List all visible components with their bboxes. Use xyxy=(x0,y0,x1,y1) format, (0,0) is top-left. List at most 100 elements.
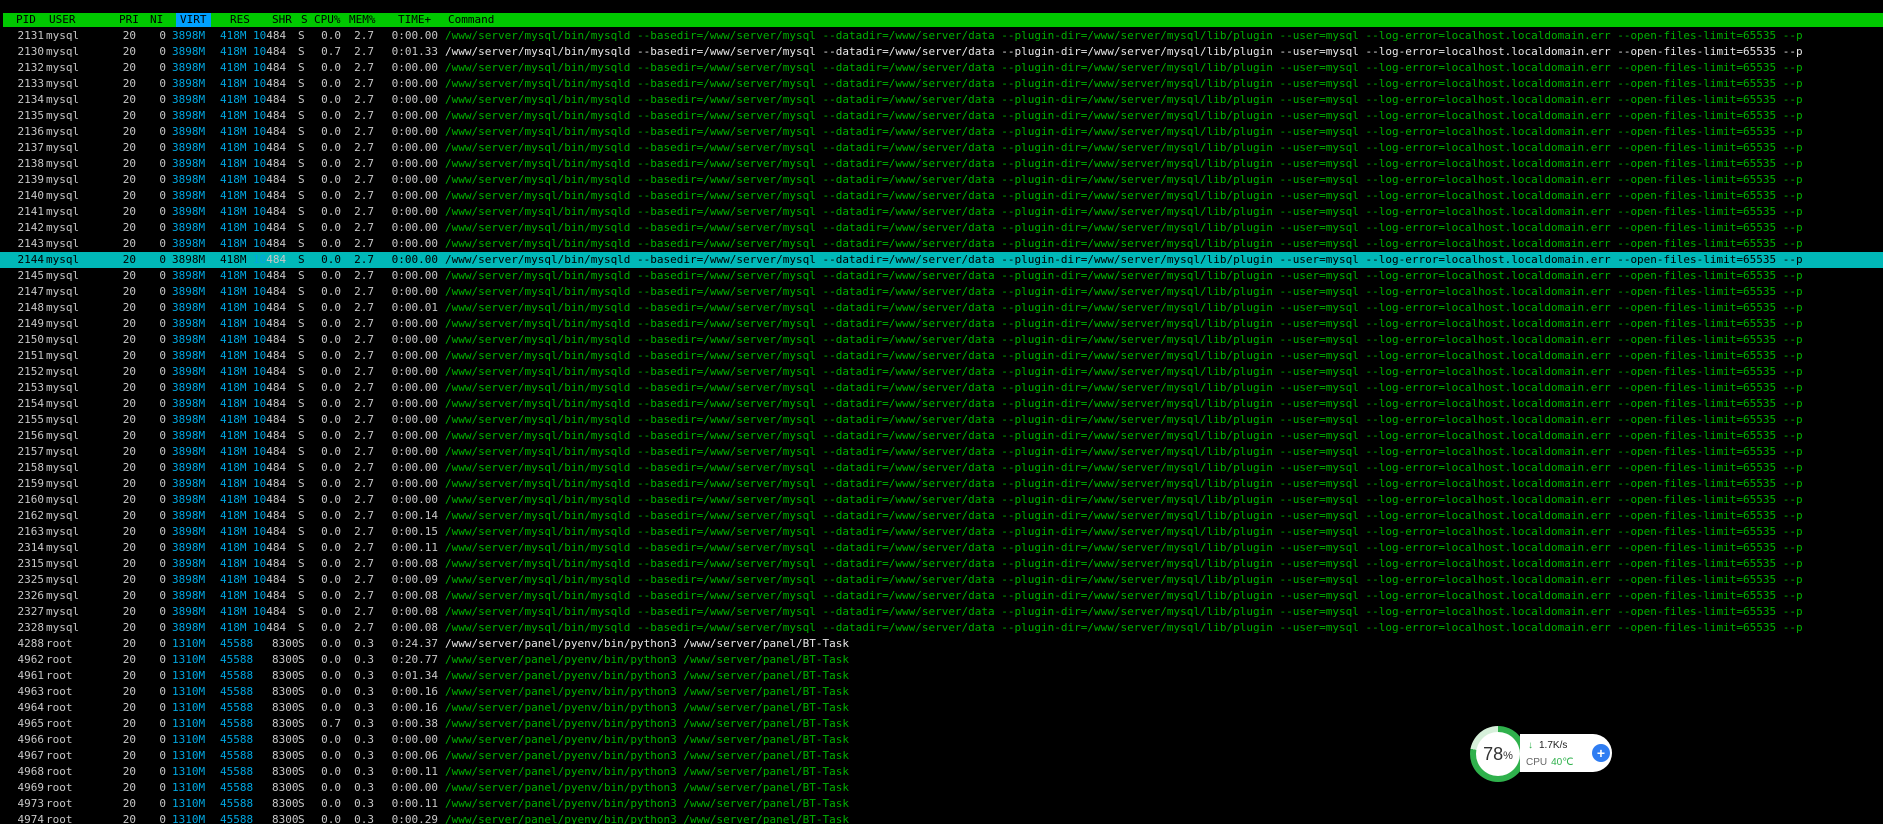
process-nice: 0 xyxy=(159,381,166,394)
process-state: S xyxy=(298,333,305,346)
col-virt-sorted[interactable]: VIRT xyxy=(176,13,211,27)
process-cpu: 0.0 xyxy=(321,205,341,218)
table-row[interactable]: 2142 mysql 20 0 3898M 418M S 0.0 2.7 0:00.00/www/… xyxy=(0,220,1883,236)
process-shr-high: 10 xyxy=(253,237,267,250)
table-row[interactable]: 2159 mysql 20 0 3898M 418M S 0.0 2.7 0:00.00/www/… xyxy=(0,476,1883,492)
process-pid: 2325 xyxy=(17,573,45,586)
table-row[interactable]: 2135 mysql 20 0 3898M 418M S 0.0 2.7 0:00.00/www/… xyxy=(0,108,1883,124)
process-nice: 0 xyxy=(159,445,166,458)
process-priority: 20 xyxy=(122,45,136,58)
process-res: 418M xyxy=(220,365,247,378)
table-row[interactable]: 2145 mysql 20 0 3898M 418M S 0.0 2.7 0:00.00/www/… xyxy=(0,268,1883,284)
table-row[interactable]: 2151 mysql 20 0 3898M 418M S 0.0 2.7 0:00.00/www/… xyxy=(0,348,1883,364)
table-row[interactable]: 2140 mysql 20 0 3898M 418M S 0.0 2.7 0:00.00/www/… xyxy=(0,188,1883,204)
table-row[interactable]: 2163 mysql 20 0 3898M 418M S 0.0 2.7 0:00.15/www/… xyxy=(0,524,1883,540)
process-virt: 3898M xyxy=(172,365,206,378)
process-cpu: 0.0 xyxy=(321,509,341,522)
col-s[interactable]: S xyxy=(301,13,308,27)
table-row[interactable]: 2160 mysql 20 0 3898M 418M S 0.0 2.7 0:00.00/www/… xyxy=(0,492,1883,508)
table-row[interactable]: 2137 mysql 20 0 3898M 418M S 0.0 2.7 0:00.00/www/… xyxy=(0,140,1883,156)
process-shr-high: 10 xyxy=(253,125,267,138)
process-virt: 3898M xyxy=(172,269,206,282)
widget-stats-panel: ↓ 1.7K/s CPU 40℃ + xyxy=(1520,734,1612,772)
table-row[interactable]: 4963 root 20 0 1310M 45588 S 0.0 0.3 0:00.16/www/… xyxy=(0,684,1883,700)
memory-usage-gauge[interactable]: 78% xyxy=(1470,726,1526,782)
col-mem[interactable]: MEM% xyxy=(349,13,376,27)
process-shr-high: 10 xyxy=(253,493,267,506)
table-row[interactable]: 2136 mysql 20 0 3898M 418M S 0.0 2.7 0:00.00/www/… xyxy=(0,124,1883,140)
table-row[interactable]: 2162 mysql 20 0 3898M 418M S 0.0 2.7 0:00.14/www/… xyxy=(0,508,1883,524)
table-row[interactable]: 2152 mysql 20 0 3898M 418M S 0.0 2.7 0:00.00/www/… xyxy=(0,364,1883,380)
process-command: /www/server/mysql/bin/mysqld --basedir=/… xyxy=(445,29,1803,42)
table-row[interactable]: 2133 mysql 20 0 3898M 418M S 0.0 2.7 0:00.00/www/… xyxy=(0,76,1883,92)
process-nice: 0 xyxy=(159,125,166,138)
table-row[interactable]: 4973 root 20 0 1310M 45588 S 0.0 0.3 0:00.11/www/… xyxy=(0,796,1883,812)
table-row[interactable]: 2141 mysql 20 0 3898M 418M S 0.0 2.7 0:00.00/www/… xyxy=(0,204,1883,220)
col-cpu[interactable]: CPU% xyxy=(314,13,341,27)
table-row[interactable]: 2154 mysql 20 0 3898M 418M S 0.0 2.7 0:00.00/www/… xyxy=(0,396,1883,412)
process-command: /www/server/mysql/bin/mysqld --basedir=/… xyxy=(445,381,1803,394)
table-row[interactable]: 2150 mysql 20 0 3898M 418M S 0.0 2.7 0:00.00/www/… xyxy=(0,332,1883,348)
process-mem: 2.7 xyxy=(354,333,374,346)
table-row[interactable]: 2158 mysql 20 0 3898M 418M S 0.0 2.7 0:00.00/www/… xyxy=(0,460,1883,476)
table-row[interactable]: 2156 mysql 20 0 3898M 418M S 0.0 2.7 0:00.00/www/… xyxy=(0,428,1883,444)
table-row-selected[interactable]: 2144 mysql 20 0 3898M 418M S 0.0 2.7 0:00.00/www/… xyxy=(0,252,1883,268)
process-virt: 3898M xyxy=(172,285,206,298)
process-pid: 2141 xyxy=(17,205,45,218)
col-user[interactable]: USER xyxy=(49,13,76,27)
process-command: /www/server/mysql/bin/mysqld --basedir=/… xyxy=(445,557,1803,570)
table-row[interactable]: 4288 root 20 0 1310M 45588 S 0.0 0.3 0:24.37/www/… xyxy=(0,636,1883,652)
col-shr[interactable]: SHR xyxy=(272,13,292,27)
process-shr: 10484 xyxy=(253,300,293,316)
table-row[interactable]: 2143 mysql 20 0 3898M 418M S 0.0 2.7 0:00.00/www/… xyxy=(0,236,1883,252)
col-pri[interactable]: PRI xyxy=(119,13,139,27)
process-shr-low: 484 xyxy=(266,141,287,154)
plus-icon[interactable]: + xyxy=(1592,744,1610,762)
process-res: 45588 xyxy=(220,813,254,824)
process-command: /www/server/mysql/bin/mysqld --basedir=/… xyxy=(445,541,1803,554)
system-monitor-widget[interactable]: 78% ↓ 1.7K/s CPU 40℃ + xyxy=(1470,726,1618,782)
table-row[interactable]: 2134 mysql 20 0 3898M 418M S 0.0 2.7 0:00.00/www/… xyxy=(0,92,1883,108)
process-shr: 8300 xyxy=(272,796,312,812)
table-row[interactable]: 2130 mysql 20 0 3898M 418M S 0.7 2.7 0:01.33/www/… xyxy=(0,44,1883,60)
table-row[interactable]: 2157 mysql 20 0 3898M 418M S 0.0 2.7 0:00.00/www/… xyxy=(0,444,1883,460)
col-res[interactable]: RES xyxy=(230,13,250,27)
process-nice: 0 xyxy=(159,333,166,346)
table-row[interactable]: 4962 root 20 0 1310M 45588 S 0.0 0.3 0:20.77/www/… xyxy=(0,652,1883,668)
process-nice: 0 xyxy=(159,365,166,378)
table-row[interactable]: 2325 mysql 20 0 3898M 418M S 0.0 2.7 0:00.09/www/… xyxy=(0,572,1883,588)
col-command[interactable]: Command xyxy=(448,13,494,27)
htop-terminal[interactable]: PID USER PRI NI VIRT RES SHR S CPU% MEM%… xyxy=(0,0,1883,824)
table-row[interactable]: 2149 mysql 20 0 3898M 418M S 0.0 2.7 0:00.00/www/… xyxy=(0,316,1883,332)
table-row[interactable]: 2326 mysql 20 0 3898M 418M S 0.0 2.7 0:00.08/www/… xyxy=(0,588,1883,604)
table-row[interactable]: 2153 mysql 20 0 3898M 418M S 0.0 2.7 0:00.00/www/… xyxy=(0,380,1883,396)
table-row[interactable]: 2148 mysql 20 0 3898M 418M S 0.0 2.7 0:00.01/www/… xyxy=(0,300,1883,316)
process-mem: 2.7 xyxy=(354,269,374,282)
process-shr-low: 484 xyxy=(266,93,287,106)
table-row[interactable]: 4974 root 20 0 1310M 45588 S 0.0 0.3 0:00.29/www/… xyxy=(0,812,1883,824)
process-shr-high: 10 xyxy=(253,285,267,298)
table-row[interactable]: 4964 root 20 0 1310M 45588 S 0.0 0.3 0:00.16/www/… xyxy=(0,700,1883,716)
table-row[interactable]: 2315 mysql 20 0 3898M 418M S 0.0 2.7 0:00.08/www/… xyxy=(0,556,1883,572)
process-priority: 20 xyxy=(122,669,136,682)
process-res: 45588 xyxy=(220,749,254,762)
table-row[interactable]: 4969 root 20 0 1310M 45588 S 0.0 0.3 0:00.00/www/… xyxy=(0,780,1883,796)
col-pid[interactable]: PID xyxy=(16,13,36,27)
table-row[interactable]: 2139 mysql 20 0 3898M 418M S 0.0 2.7 0:00.00/www/… xyxy=(0,172,1883,188)
col-ni[interactable]: NI xyxy=(150,13,163,27)
table-row[interactable]: 4961 root 20 0 1310M 45588 S 0.0 0.3 0:01.34/www/… xyxy=(0,668,1883,684)
process-user: mysql xyxy=(46,45,80,58)
table-row[interactable]: 2314 mysql 20 0 3898M 418M S 0.0 2.7 0:00.11/www/… xyxy=(0,540,1883,556)
process-mem: 0.3 xyxy=(354,813,374,824)
table-row[interactable]: 2147 mysql 20 0 3898M 418M S 0.0 2.7 0:00.00/www/… xyxy=(0,284,1883,300)
process-cpu: 0.0 xyxy=(321,493,341,506)
col-time[interactable]: TIME+ xyxy=(398,13,431,27)
table-row[interactable]: 2328 mysql 20 0 3898M 418M S 0.0 2.7 0:00.08/www/… xyxy=(0,620,1883,636)
table-row[interactable]: 2131 mysql 20 0 3898M 418M S 0.0 2.7 0:00.00/www/… xyxy=(0,28,1883,44)
table-row[interactable]: 2138 mysql 20 0 3898M 418M S 0.0 2.7 0:00.00/www/… xyxy=(0,156,1883,172)
table-row[interactable]: 2132 mysql 20 0 3898M 418M S 0.0 2.7 0:00.00/www/… xyxy=(0,60,1883,76)
process-virt: 3898M xyxy=(172,381,206,394)
table-row[interactable]: 2155 mysql 20 0 3898M 418M S 0.0 2.7 0:00.00/www/… xyxy=(0,412,1883,428)
process-user: mysql xyxy=(46,381,80,394)
table-row[interactable]: 2327 mysql 20 0 3898M 418M S 0.0 2.7 0:00.08/www/… xyxy=(0,604,1883,620)
